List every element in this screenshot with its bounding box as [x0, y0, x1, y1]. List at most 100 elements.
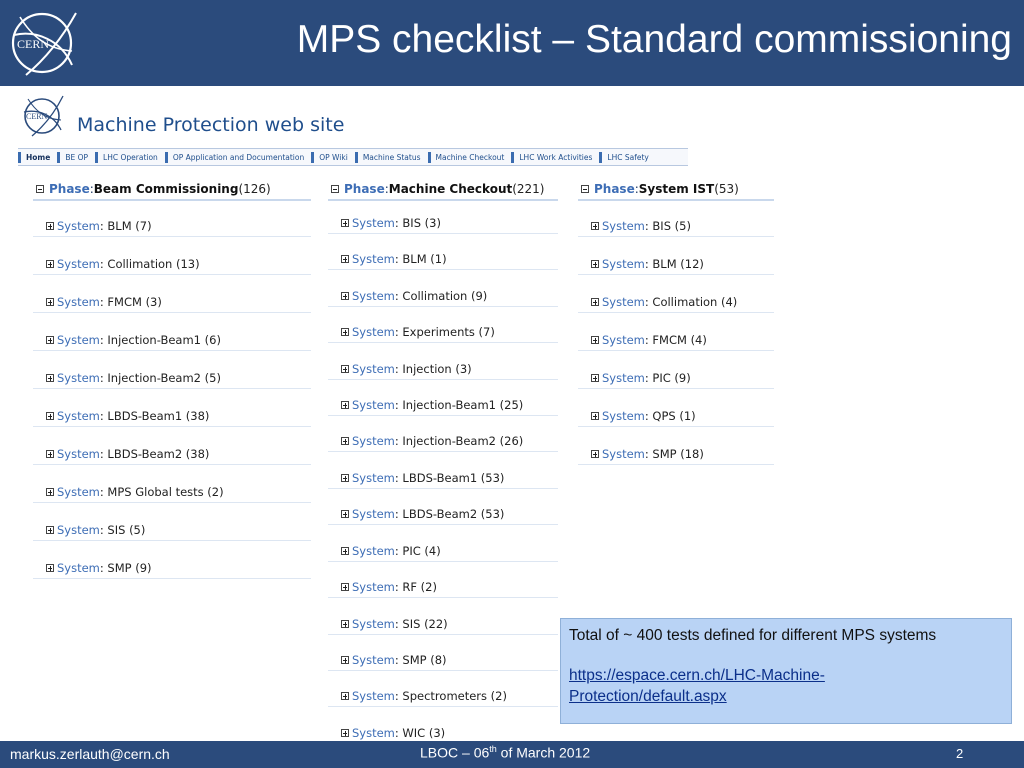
- system-row[interactable]: System : LBDS-Beam1 (38): [33, 406, 311, 427]
- system-prefix[interactable]: System: [57, 561, 100, 575]
- expand-icon[interactable]: [341, 255, 349, 263]
- system-prefix[interactable]: System: [57, 523, 100, 537]
- expand-icon[interactable]: [46, 526, 54, 534]
- system-row[interactable]: System : PIC (9): [578, 368, 774, 389]
- expand-icon[interactable]: [46, 336, 54, 344]
- system-prefix[interactable]: System: [352, 617, 395, 631]
- expand-icon[interactable]: [46, 488, 54, 496]
- expand-icon[interactable]: [341, 583, 349, 591]
- espace-link[interactable]: https://espace.cern.ch/LHC-Machine- Prot…: [569, 665, 1011, 707]
- expand-icon[interactable]: [341, 292, 349, 300]
- system-row[interactable]: System : LBDS-Beam1 (53): [328, 468, 558, 489]
- system-prefix[interactable]: System: [57, 485, 100, 499]
- system-row[interactable]: System : PIC (4): [328, 541, 558, 562]
- expand-icon[interactable]: [341, 474, 349, 482]
- nav-lhc-safety[interactable]: LHC Safety: [599, 151, 653, 163]
- expand-icon[interactable]: [46, 260, 54, 268]
- system-row[interactable]: System : LBDS-Beam2 (38): [33, 444, 311, 465]
- system-row[interactable]: System : BLM (7): [33, 216, 311, 237]
- expand-icon[interactable]: [341, 219, 349, 227]
- system-row[interactable]: System : SMP (9): [33, 558, 311, 579]
- expand-icon[interactable]: [341, 729, 349, 737]
- expand-icon[interactable]: [591, 412, 599, 420]
- phase-header[interactable]: Phase : System IST (53): [578, 178, 774, 201]
- expand-icon[interactable]: [46, 374, 54, 382]
- system-row[interactable]: System : Collimation (4): [578, 292, 774, 313]
- phase-header[interactable]: Phase : Beam Commissioning (126): [33, 178, 311, 201]
- nav-machine-status[interactable]: Machine Status: [354, 151, 426, 163]
- system-prefix[interactable]: System: [602, 447, 645, 461]
- expand-icon[interactable]: [341, 692, 349, 700]
- nav-home[interactable]: Home: [18, 151, 55, 163]
- system-prefix[interactable]: System: [352, 289, 395, 303]
- system-row[interactable]: System : Injection-Beam1 (6): [33, 330, 311, 351]
- system-prefix[interactable]: System: [352, 653, 395, 667]
- expand-icon[interactable]: [591, 222, 599, 230]
- expand-icon[interactable]: [591, 336, 599, 344]
- expand-icon[interactable]: [46, 222, 54, 230]
- system-row[interactable]: System : Injection-Beam2 (26): [328, 431, 558, 452]
- system-row[interactable]: System : FMCM (4): [578, 330, 774, 351]
- system-prefix[interactable]: System: [352, 726, 395, 740]
- system-prefix[interactable]: System: [602, 295, 645, 309]
- system-prefix[interactable]: System: [57, 409, 100, 423]
- system-row[interactable]: System : SMP (18): [578, 444, 774, 465]
- system-prefix[interactable]: System: [352, 544, 395, 558]
- expand-icon[interactable]: [46, 564, 54, 572]
- expand-icon[interactable]: [341, 620, 349, 628]
- expand-icon[interactable]: [341, 437, 349, 445]
- collapse-icon[interactable]: [36, 184, 44, 193]
- collapse-icon[interactable]: [581, 184, 589, 193]
- system-prefix[interactable]: System: [57, 447, 100, 461]
- system-prefix[interactable]: System: [352, 362, 395, 376]
- system-row[interactable]: System : LBDS-Beam2 (53): [328, 504, 558, 525]
- system-row[interactable]: System : QPS (1): [578, 406, 774, 427]
- system-row[interactable]: System : BIS (5): [578, 216, 774, 237]
- system-row[interactable]: System : RF (2): [328, 577, 558, 598]
- system-row[interactable]: System : SIS (5): [33, 520, 311, 541]
- system-prefix[interactable]: System: [57, 333, 100, 347]
- system-row[interactable]: System : Collimation (13): [33, 254, 311, 275]
- expand-icon[interactable]: [591, 450, 599, 458]
- system-row[interactable]: System : SIS (22): [328, 614, 558, 635]
- system-prefix[interactable]: System: [602, 219, 645, 233]
- collapse-icon[interactable]: [331, 184, 339, 193]
- system-row[interactable]: System : Injection-Beam1 (25): [328, 395, 558, 416]
- system-prefix[interactable]: System: [602, 371, 645, 385]
- system-row[interactable]: System : MPS Global tests (2): [33, 482, 311, 503]
- phase-header[interactable]: Phase : Machine Checkout (221): [328, 178, 558, 201]
- expand-icon[interactable]: [341, 328, 349, 336]
- system-prefix[interactable]: System: [57, 219, 100, 233]
- system-row[interactable]: System : SMP (8): [328, 650, 558, 671]
- system-row[interactable]: System : BIS (3): [328, 213, 558, 234]
- system-prefix[interactable]: System: [352, 507, 395, 521]
- nav-op-wiki[interactable]: OP Wiki: [311, 151, 353, 163]
- espace-link-line2[interactable]: Protection/default.aspx: [569, 688, 727, 705]
- system-row[interactable]: System : Injection-Beam2 (5): [33, 368, 311, 389]
- system-prefix[interactable]: System: [602, 257, 645, 271]
- expand-icon[interactable]: [341, 656, 349, 664]
- expand-icon[interactable]: [46, 298, 54, 306]
- expand-icon[interactable]: [46, 450, 54, 458]
- system-row[interactable]: System : FMCM (3): [33, 292, 311, 313]
- system-prefix[interactable]: System: [57, 295, 100, 309]
- expand-icon[interactable]: [591, 374, 599, 382]
- expand-icon[interactable]: [341, 401, 349, 409]
- system-prefix[interactable]: System: [602, 409, 645, 423]
- system-prefix[interactable]: System: [352, 325, 395, 339]
- expand-icon[interactable]: [591, 298, 599, 306]
- expand-icon[interactable]: [591, 260, 599, 268]
- nav-lhc-operation[interactable]: LHC Operation: [95, 151, 163, 163]
- expand-icon[interactable]: [341, 510, 349, 518]
- system-row[interactable]: System : Spectrometers (2): [328, 686, 558, 707]
- expand-icon[interactable]: [341, 365, 349, 373]
- system-prefix[interactable]: System: [602, 333, 645, 347]
- system-prefix[interactable]: System: [352, 398, 395, 412]
- system-prefix[interactable]: System: [352, 434, 395, 448]
- espace-link-line1[interactable]: https://espace.cern.ch/LHC-Machine-: [569, 667, 825, 684]
- system-prefix[interactable]: System: [57, 257, 100, 271]
- system-row[interactable]: System : BLM (12): [578, 254, 774, 275]
- system-row[interactable]: System : Experiments (7): [328, 322, 558, 343]
- system-row[interactable]: System : Collimation (9): [328, 286, 558, 307]
- nav-op-application-documentation[interactable]: OP Application and Documentation: [164, 151, 309, 163]
